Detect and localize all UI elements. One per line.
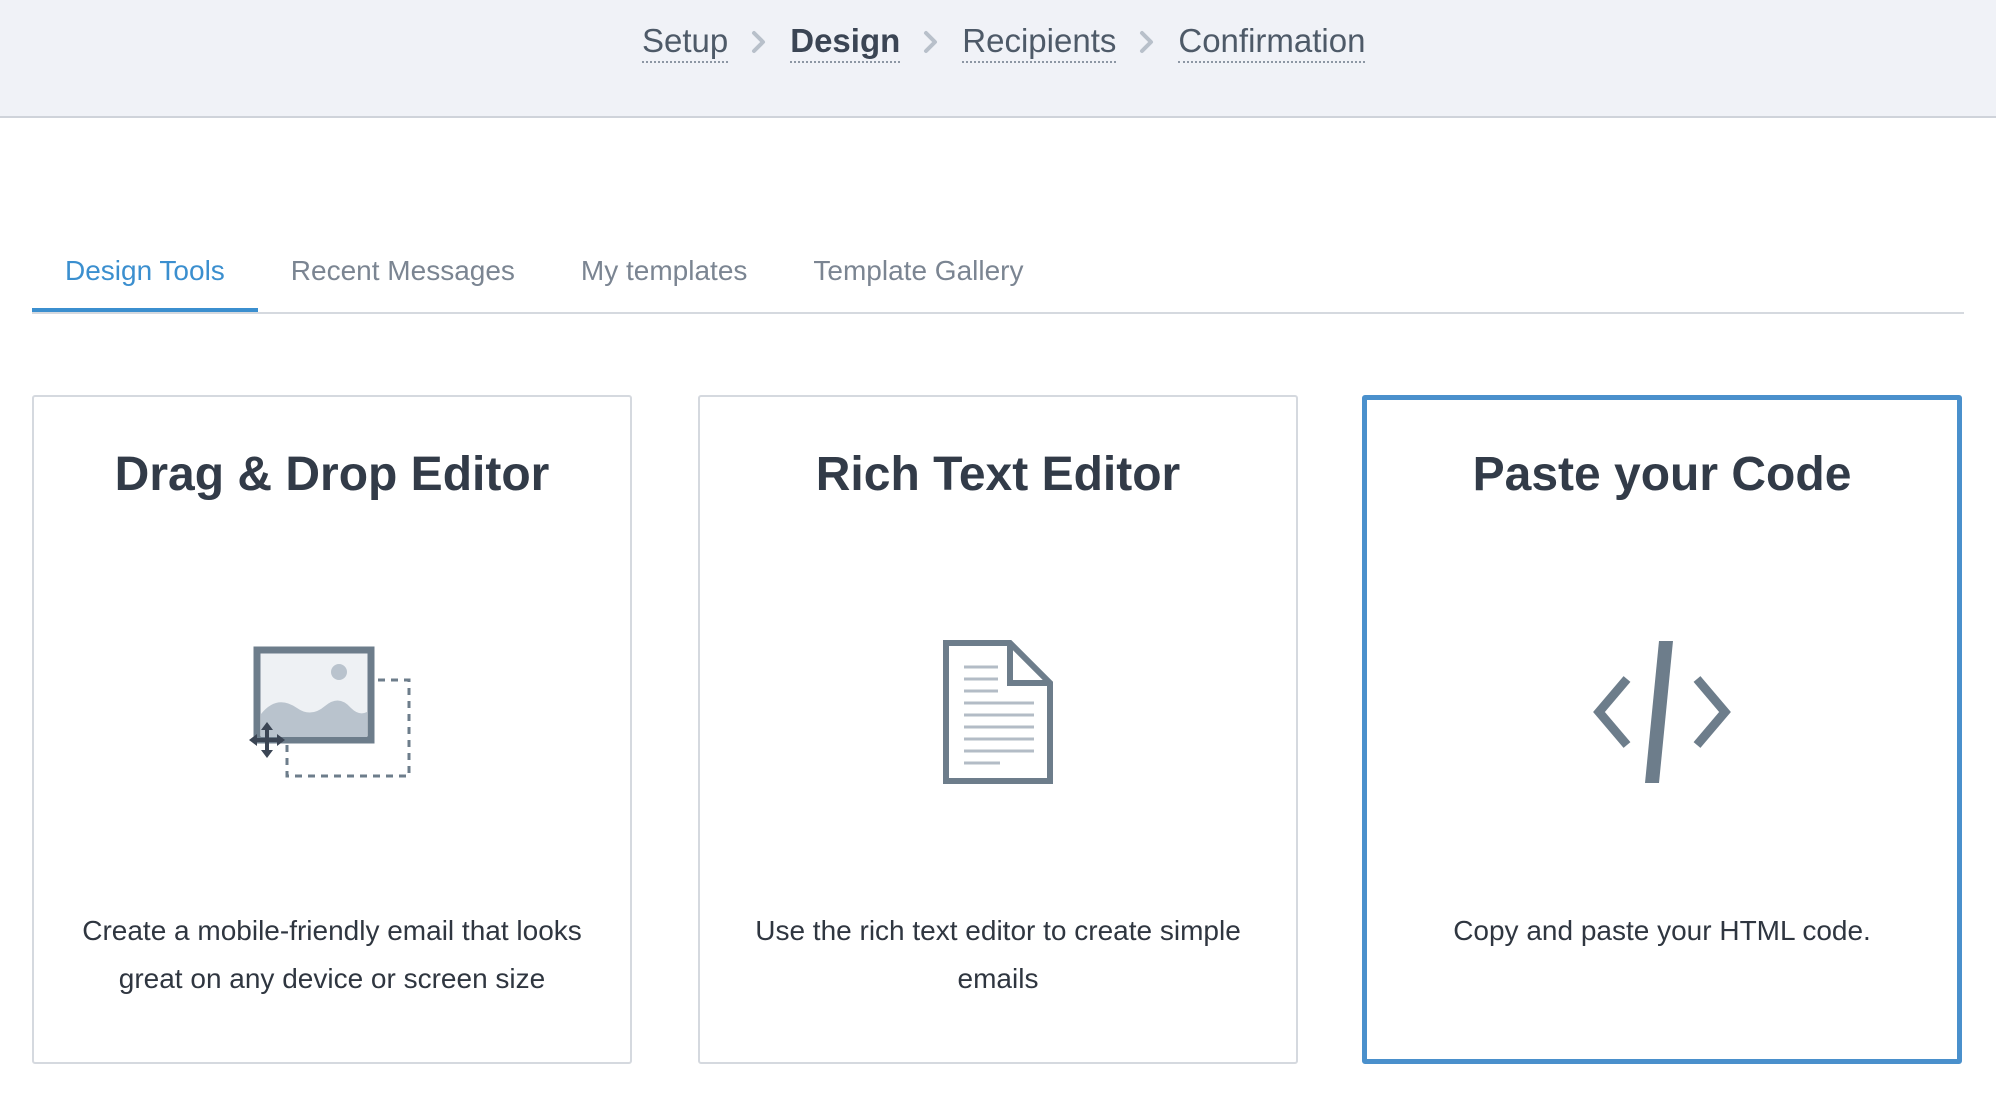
chevron-right-icon <box>728 30 790 54</box>
drag-drop-editor-card[interactable]: Drag & Drop Editor Create a mobile-frien… <box>32 395 632 1064</box>
tab-template-gallery[interactable]: Template Gallery <box>780 244 1056 310</box>
paste-code-card[interactable]: Paste your Code Copy and paste your HTML… <box>1362 395 1962 1064</box>
step-design[interactable]: Design <box>790 22 901 63</box>
tab-my-templates[interactable]: My templates <box>548 244 781 310</box>
code-icon <box>1367 627 1957 797</box>
chevron-right-icon <box>1116 30 1178 54</box>
design-tabs: Design Tools Recent Messages My template… <box>32 244 1964 314</box>
steps-header: Setup Design Recipients Confirmation <box>0 0 1996 118</box>
tab-design-tools[interactable]: Design Tools <box>32 244 258 312</box>
drag-drop-image-icon <box>34 627 630 797</box>
card-description: Copy and paste your HTML code. <box>1453 915 1871 946</box>
step-confirmation[interactable]: Confirmation <box>1178 22 1366 63</box>
card-title: Paste your Code <box>1472 448 1852 501</box>
rich-text-editor-card[interactable]: Rich Text Editor Use the rich text edito… <box>698 395 1298 1064</box>
card-title: Rich Text Editor <box>815 448 1181 501</box>
card-description: Use the rich text editor to create simpl… <box>755 915 1241 994</box>
document-icon <box>700 627 1296 797</box>
card-description: Create a mobile-friendly email that look… <box>82 915 582 994</box>
card-title: Drag & Drop Editor <box>114 448 550 501</box>
breadcrumb-steps: Setup Design Recipients Confirmation <box>642 20 1366 64</box>
tab-recent-messages[interactable]: Recent Messages <box>258 244 548 310</box>
step-setup[interactable]: Setup <box>642 22 729 63</box>
step-recipients[interactable]: Recipients <box>962 22 1117 63</box>
chevron-right-icon <box>900 30 962 54</box>
